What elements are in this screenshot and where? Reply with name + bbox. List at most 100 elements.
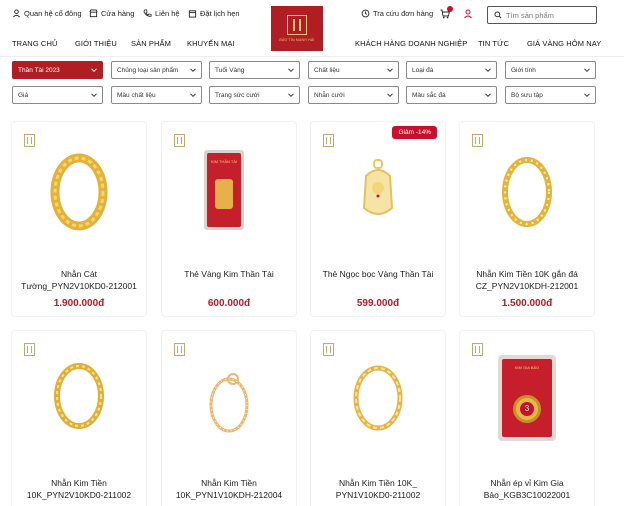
product-name-line1: Thẻ Ngọc bọc Vàng Thần Tài [322, 269, 434, 279]
product-name-line2: 10K_PYN2V10KD0-211002 [26, 490, 132, 500]
filter-label: Bộ sưu tập [511, 91, 543, 99]
product-image: KIM GIA BẢO 3 [498, 355, 556, 441]
product-card[interactable]: KIM GIA BẢO 3 Nhẫn ép vỉ Kim Gia Bảo_KGB… [460, 331, 594, 506]
nav-news[interactable]: TIN TỨC [478, 39, 509, 48]
product-price: 600.000đ [207, 298, 251, 309]
phone-icon [143, 9, 152, 17]
product-name-line1: Nhẫn Kim Tiền [51, 478, 107, 488]
brand-logo[interactable]: BẢO TÍN MẠNH HẢI [271, 6, 323, 51]
book-appointment-link[interactable]: Đặt lịch hẹn [188, 9, 240, 18]
product-card[interactable]: Nhẫn Kim Tiền 10K_PYN2V10KD0-211002 [12, 331, 146, 506]
discount-badge: Giảm -14% [392, 126, 437, 139]
product-card[interactable]: Nhẫn Kim Tiền 10K_PYN1V10KDH-212004 [162, 331, 296, 506]
product-name-line2: CZ_PYN2V10KDH-212001 [475, 281, 579, 291]
store-link[interactable]: Cửa hàng [89, 9, 134, 18]
brand-mark-icon [323, 343, 334, 356]
chevron-down-icon [288, 93, 294, 98]
nav-gold-price[interactable]: GIÁ VÀNG HÔM NAY [527, 39, 601, 48]
chevron-down-icon [584, 68, 590, 73]
logo-mark [287, 15, 307, 35]
product-image: KIM THẦN TÀI [204, 150, 244, 230]
product-name-line2: Bảo_KGB3C10022001 [483, 490, 571, 500]
store-icon [89, 9, 98, 18]
brand-mark-icon [472, 343, 483, 356]
filter-label: Tuổi Vàng [215, 66, 245, 74]
chevron-down-icon [584, 93, 590, 98]
product-image [353, 365, 403, 431]
chevron-down-icon [485, 68, 491, 73]
brand-mark-icon [323, 134, 334, 147]
account-icon[interactable] [463, 9, 473, 19]
logo-text: BẢO TÍN MẠNH HẢI [279, 38, 315, 42]
filter-gold-purity-select[interactable]: Tuổi Vàng [209, 61, 300, 79]
coin-number: 3 [520, 402, 534, 416]
nav-promotions[interactable]: KHUYẾN MẠI [187, 39, 235, 48]
product-name-line1: Nhẫn Kim Tiền 10K gắn đá [476, 269, 578, 279]
filter-collection-select[interactable]: Thần Tài 2023 [12, 61, 103, 79]
filter-stone-color-select[interactable]: Màu sắc đá [406, 86, 497, 104]
chevron-down-icon [190, 68, 196, 73]
filter-material-color-select[interactable]: Màu chất liệu [111, 86, 202, 104]
chevron-down-icon [91, 93, 97, 98]
chevron-down-icon [387, 68, 393, 73]
product-image [50, 153, 108, 231]
filter-label: Chủng loại sản phẩm [117, 66, 179, 74]
util-label: Liên hệ [155, 9, 180, 18]
product-name-line1: Nhẫn Kim Tiền [201, 478, 257, 488]
calendar-icon [188, 10, 197, 18]
filter-price-select[interactable]: Giá [12, 86, 103, 104]
product-name-line2: 10K_PYN1V10KDH-212004 [175, 490, 283, 500]
product-price: 1.500.000đ [501, 298, 553, 309]
nav-products[interactable]: SẢN PHẨM [131, 39, 171, 48]
investor-relations-link[interactable]: Quan hệ cổ đông [12, 9, 82, 18]
search-input[interactable] [506, 10, 586, 20]
product-card[interactable]: Nhẫn Kim Tiền 10K gắn đá CZ_PYN2V10KDH-2… [460, 122, 594, 316]
person-icon [13, 9, 20, 18]
search-icon [494, 11, 502, 19]
filter-label: Loại đá [412, 66, 434, 74]
filter-label: Giới tính [511, 66, 536, 74]
filter-product-type-select[interactable]: Chủng loại sản phẩm [111, 61, 202, 79]
order-lookup-link[interactable]: Tra cứu đơn hàng [361, 9, 433, 18]
filter-material-select[interactable]: Chất liệu [308, 61, 399, 79]
card-print-text: KIM GIA BẢO [514, 365, 540, 370]
chevron-down-icon [91, 68, 97, 73]
product-card[interactable]: Nhẫn Kim Tiền 10K_ PYN1V10KD0-211002 [311, 331, 445, 506]
nav-home[interactable]: TRANG CHỦ [12, 39, 57, 48]
product-card[interactable]: KIM THẦN TÀI Thẻ Vàng Kim Thần Tài 600.0… [162, 122, 296, 316]
header-divider [0, 56, 624, 57]
util-label: Cửa hàng [101, 9, 135, 18]
search-box[interactable] [487, 6, 597, 24]
nav-business-customers[interactable]: KHÁCH HÀNG DOANH NGHIỆP [355, 39, 467, 48]
product-image [209, 373, 249, 433]
filter-wedding-ring-select[interactable]: Nhẫn cưới [308, 86, 399, 104]
filter-label: Trang sức cưới [215, 91, 260, 99]
filter-label: Nhẫn cưới [314, 91, 345, 99]
filter-wedding-jewelry-select[interactable]: Trang sức cưới [209, 86, 300, 104]
chevron-down-icon [387, 93, 393, 98]
filter-collection-series-select[interactable]: Bộ sưu tập [505, 86, 596, 104]
product-card[interactable]: Nhẫn Cát Tường_PYN2V10KD0-212001 1.900.0… [12, 122, 146, 316]
product-name-line2: Tường_PYN2V10KD0-212001 [21, 281, 137, 291]
nav-about[interactable]: GIỚI THIỆU [75, 39, 117, 48]
product-name-line2: PYN1V10KD0-211002 [335, 490, 421, 500]
product-name-line1: Thẻ Vàng Kim Thần Tài [184, 269, 274, 279]
product-name-line1: Nhẫn Kim Tiền 10K_ [339, 478, 417, 488]
filter-stone-type-select[interactable]: Loại đá [406, 61, 497, 79]
contact-link[interactable]: Liên hệ [143, 9, 180, 18]
clock-icon [361, 9, 370, 18]
product-image [54, 363, 104, 429]
product-image [362, 159, 394, 215]
brand-mark-icon [174, 134, 185, 147]
chevron-down-icon [288, 68, 294, 73]
product-card[interactable]: Giảm -14% Thẻ Ngọc bọc Vàng Thần Tài 599… [311, 122, 445, 316]
order-lookup-label: Tra cứu đơn hàng [373, 9, 434, 18]
cart-count-badge [447, 6, 453, 12]
util-label: Quan hệ cổ đông [24, 9, 82, 18]
chevron-down-icon [190, 93, 196, 98]
brand-mark-icon [24, 343, 35, 356]
filter-label: Giá [18, 91, 29, 99]
filter-gender-select[interactable]: Giới tính [505, 61, 596, 79]
chevron-down-icon [485, 93, 491, 98]
filter-label: Thần Tài 2023 [18, 66, 60, 74]
